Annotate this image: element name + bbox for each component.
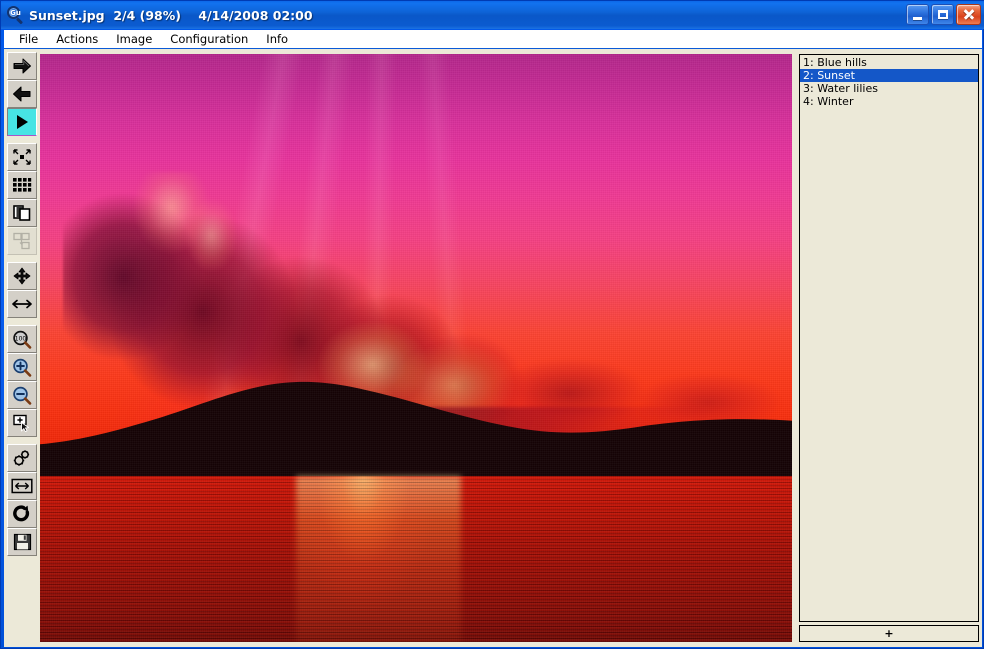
application-window: Gu Sunset.jpg 2/4 (98%) 4/14/2008 02:00 … [0, 0, 984, 649]
copy-pages-icon [12, 204, 32, 222]
minimize-button[interactable] [906, 4, 929, 25]
arrow-left-icon [12, 85, 32, 103]
menu-item-file[interactable]: File [10, 31, 47, 48]
paste-into-icon [12, 232, 32, 250]
rotate-button[interactable] [7, 500, 37, 528]
copy-image-button[interactable] [7, 199, 37, 227]
menu-item-info[interactable]: Info [257, 31, 297, 48]
magnifier-100-icon: 100 [12, 330, 32, 349]
fit-width-button[interactable] [7, 290, 37, 318]
settings-button[interactable] [7, 444, 37, 472]
cloud-highlight [115, 171, 281, 290]
previous-image-button[interactable] [7, 80, 37, 108]
hill-silhouette [40, 360, 792, 478]
menu-item-actions[interactable]: Actions [47, 31, 107, 48]
list-item[interactable]: 2: Sunset [800, 69, 978, 82]
image-viewport[interactable] [40, 54, 792, 642]
title-bar[interactable]: Gu Sunset.jpg 2/4 (98%) 4/14/2008 02:00 [1, 1, 984, 29]
sunset-photograph [40, 54, 792, 642]
file-list[interactable]: 1: Blue hills 2: Sunset 3: Water lilies … [799, 54, 979, 622]
magnifier-plus-icon [12, 358, 32, 377]
horizontal-arrow-icon [11, 297, 33, 311]
window-controls [906, 4, 981, 25]
menu-item-configuration[interactable]: Configuration [161, 31, 257, 48]
fit-to-window-button[interactable] [7, 143, 37, 171]
menu-bar: File Actions Image Configuration Info [4, 30, 982, 49]
play-triangle-icon [13, 113, 31, 131]
zoom-out-button[interactable] [7, 381, 37, 409]
resize-image-button[interactable] [7, 472, 37, 500]
paste-image-button [7, 227, 37, 255]
select-region-button[interactable] [7, 409, 37, 437]
add-item-button[interactable]: + [799, 625, 979, 642]
left-toolbar: 100 [4, 49, 40, 647]
fit-expand-icon [12, 148, 32, 166]
client-area: 100 1: Blue hills 2: Sunset 3: Water lil… [4, 49, 982, 647]
thumbnails-button[interactable] [7, 171, 37, 199]
maximize-icon [937, 10, 948, 19]
marquee-cursor-icon [12, 414, 32, 432]
next-image-button[interactable] [7, 52, 37, 80]
maximize-button[interactable] [931, 4, 954, 25]
resize-width-icon [11, 478, 33, 494]
list-item[interactable]: 1: Blue hills [800, 56, 978, 69]
file-list-panel: 1: Blue hills 2: Sunset 3: Water lilies … [799, 54, 979, 642]
magnifier-icon: Gu [6, 6, 24, 25]
rotate-cw-icon [12, 504, 32, 524]
arrow-right-icon [12, 57, 32, 75]
magnifier-minus-icon [12, 386, 32, 405]
close-icon [963, 9, 974, 20]
pan-move-button[interactable] [7, 262, 37, 290]
gears-icon [12, 449, 32, 467]
list-item[interactable]: 3: Water lilies [800, 82, 978, 95]
slideshow-play-button[interactable] [7, 108, 37, 136]
minimize-icon [913, 16, 922, 20]
grid-thumbnails-icon [12, 177, 32, 193]
list-item[interactable]: 4: Winter [800, 95, 978, 108]
zoom-100-button[interactable]: 100 [7, 325, 37, 353]
menu-item-image[interactable]: Image [107, 31, 161, 48]
floppy-disk-icon [13, 533, 32, 551]
water-ripples [40, 476, 792, 642]
save-button[interactable] [7, 528, 37, 556]
zoom-in-button[interactable] [7, 353, 37, 381]
close-button[interactable] [956, 4, 981, 25]
window-title: Sunset.jpg 2/4 (98%) 4/14/2008 02:00 [29, 7, 313, 23]
four-way-arrow-icon [12, 267, 32, 285]
